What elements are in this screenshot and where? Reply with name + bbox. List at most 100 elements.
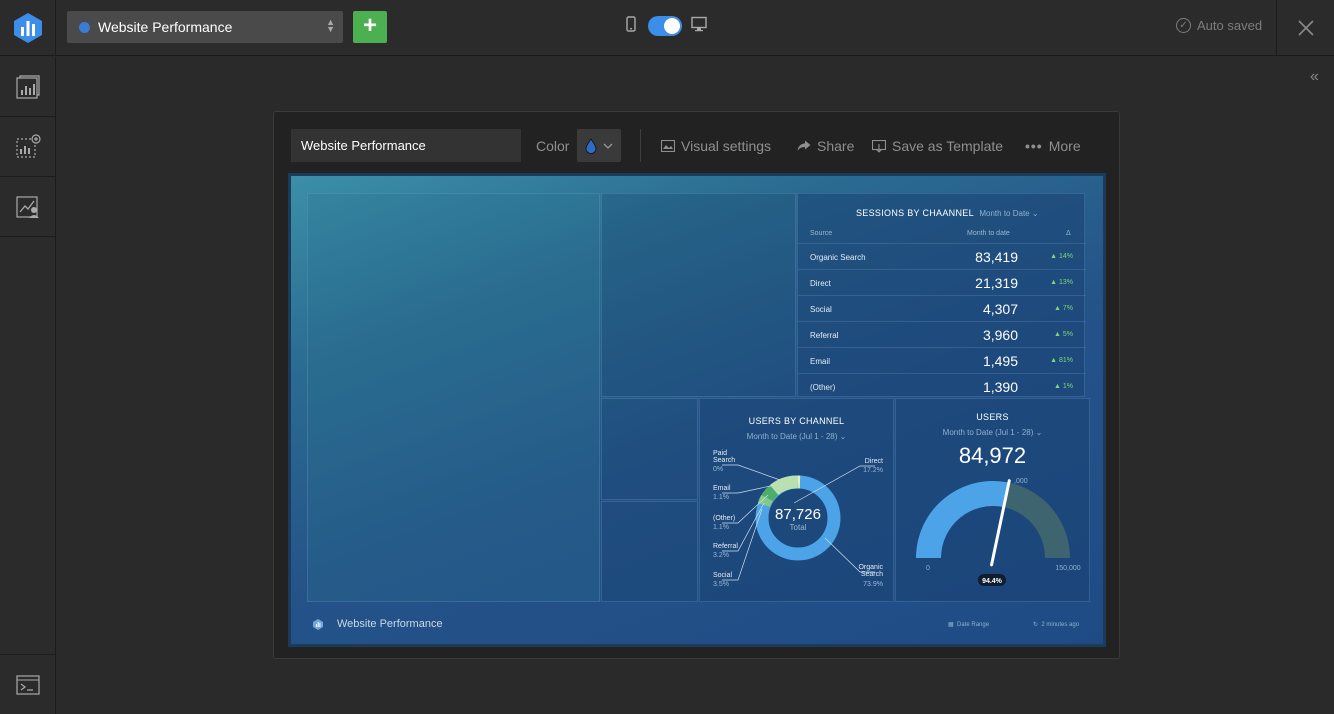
close-icon [1297, 20, 1314, 36]
autosave-status: ✓ Auto saved [1176, 18, 1262, 33]
row-change: ▲ 14% [1050, 253, 1073, 260]
row-change: ▲ 81% [1050, 357, 1073, 364]
row-value: 1,495 [982, 353, 1018, 369]
visual-settings-button[interactable]: Visual settings [661, 138, 771, 154]
autosave-label: Auto saved [1197, 18, 1263, 33]
table-row: (Other) 1,390 ▲ 1% [798, 373, 1086, 399]
datasource-select[interactable]: Website Performance ▲ ▼ [67, 11, 343, 43]
updated-label: 2 minutes ago [1041, 622, 1080, 628]
share-button[interactable]: Share [797, 138, 854, 154]
col-delta: Δ [1066, 230, 1071, 237]
empty-tile-small-top[interactable] [601, 398, 698, 500]
row-source: (Other) [810, 383, 836, 392]
footer-date-range[interactable]: ▦ Date Range [948, 621, 989, 628]
color-picker[interactable] [577, 129, 621, 162]
more-button[interactable]: ••• More [1025, 138, 1081, 154]
view-toggle[interactable] [648, 16, 682, 36]
label-paid-search-1: Paid [713, 450, 727, 457]
label-referral: Referral [713, 543, 738, 550]
sessions-by-channel-tile[interactable]: SESSIONS BY CHAANNEL Month to Date ⌄ Sou… [797, 193, 1086, 399]
save-as-template-label: Save as Template [892, 138, 1004, 154]
sessions-range[interactable]: Month to Date ⌄ [979, 209, 1038, 218]
table-row: Email 1,495 ▲ 81% [798, 347, 1086, 373]
gauge-remaining-arc [1003, 482, 1070, 558]
sort-arrows-icon: ▲ ▼ [326, 17, 335, 34]
sessions-title: SESSIONS BY CHAANNEL [856, 208, 974, 218]
row-value: 1,390 [982, 379, 1018, 395]
donut-segment-social [761, 485, 779, 502]
sidebar-item-user-metrics[interactable] [0, 177, 56, 237]
users-channel-title: USERS BY CHANNEL [748, 416, 845, 426]
dashboard-name-input[interactable]: Website Performance [291, 129, 521, 162]
sidebar-item-terminal[interactable] [0, 654, 56, 714]
row-source: Organic Search [810, 253, 866, 262]
label-social-pct: 3.5% [713, 581, 729, 588]
col-month-to-date: Month to date [967, 230, 1010, 237]
label-organic-2: Search [861, 571, 883, 578]
left-sidebar [0, 57, 56, 714]
sidebar-item-databoards[interactable] [0, 57, 56, 117]
gauge-pct-label: 94.4% [982, 578, 1003, 585]
table-row: Social 4,307 ▲ 7% [798, 295, 1086, 321]
sidebar-item-add-metric[interactable] [0, 117, 56, 177]
row-source: Social [810, 305, 832, 314]
share-label: Share [817, 138, 855, 154]
user-chart-icon [16, 195, 39, 218]
users-gauge-tile[interactable]: USERS Month to Date (Jul 1 - 28) ⌄ 84,97… [895, 398, 1090, 602]
footer-title: Website Performance [337, 618, 443, 630]
image-icon [661, 140, 675, 152]
donut-segment-direct [769, 475, 799, 496]
users-range-label: Month to Date (Jul 1 - 28) [942, 428, 1034, 437]
visual-settings-label: Visual settings [681, 138, 772, 154]
donut-segment-referral [757, 494, 773, 508]
collapse-panel-icon[interactable]: « [1310, 68, 1319, 86]
gauge-min-label: 0 [926, 565, 930, 572]
row-source: Referral [810, 331, 839, 340]
users-title: USERS [976, 412, 1009, 422]
template-icon [872, 139, 886, 153]
footer-logo-icon [313, 619, 323, 630]
empty-tile-medium[interactable] [601, 193, 796, 397]
gauge-target-label: ,000 [1014, 478, 1028, 485]
add-button[interactable]: + [353, 11, 387, 43]
row-change: ▲ 1% [1054, 383, 1073, 390]
top-bar: Website Performance ▲ ▼ + ✓ Auto saved [0, 0, 1334, 56]
save-as-template-button[interactable]: Save as Template [872, 138, 1003, 154]
sessions-title-row: SESSIONS BY CHAANNEL Month to Date ⌄ [856, 208, 1039, 218]
mobile-view-icon[interactable] [626, 16, 636, 32]
donut-total-value: 87,726 [775, 506, 821, 523]
color-label: Color [536, 138, 570, 154]
empty-tile-large[interactable] [307, 193, 600, 602]
desktop-view-icon[interactable] [691, 16, 707, 32]
label-email: Email [713, 485, 731, 492]
gauge-max-label: 150,000 [1055, 565, 1080, 572]
check-circle-icon: ✓ [1176, 18, 1191, 33]
date-range-label: Date Range [957, 622, 990, 628]
col-source: Source [810, 230, 833, 237]
globe-icon [79, 21, 90, 33]
toggle-knob [664, 18, 680, 34]
users-channel-range[interactable]: Month to Date (Jul 1 - 28) ⌄ [700, 432, 893, 441]
users-by-channel-tile[interactable]: USERS BY CHANNEL Month to Date (Jul 1 - … [699, 398, 894, 602]
add-metric-icon [16, 133, 41, 158]
empty-tile-small-bottom[interactable] [601, 501, 698, 602]
sessions-range-label: Month to Date [979, 209, 1030, 218]
terminal-icon [16, 674, 40, 695]
more-label: More [1048, 138, 1081, 154]
close-button[interactable] [1276, 0, 1334, 56]
label-paid-search-pct: 0% [713, 466, 723, 473]
app-logo[interactable] [0, 0, 56, 56]
users-range[interactable]: Month to Date (Jul 1 - 28) ⌄ [896, 428, 1089, 437]
chevron-down-icon [603, 143, 613, 149]
row-change: ▲ 5% [1054, 331, 1073, 338]
dashboard-editor-panel: Website Performance Color Visual setting… [273, 111, 1120, 659]
table-row: Direct 21,319 ▲ 13% [798, 269, 1086, 295]
label-social: Social [713, 572, 733, 579]
row-change: ▲ 7% [1054, 305, 1073, 312]
label-email-pct: 1.1% [713, 494, 729, 501]
row-value: 83,419 [975, 249, 1018, 265]
row-value: 3,960 [982, 327, 1018, 343]
droplet-icon [585, 137, 597, 154]
users-channel-donut: 87,726 Total Paid Search 0% Email 1.1% (… [713, 450, 883, 588]
label-other: (Other) [713, 515, 735, 522]
